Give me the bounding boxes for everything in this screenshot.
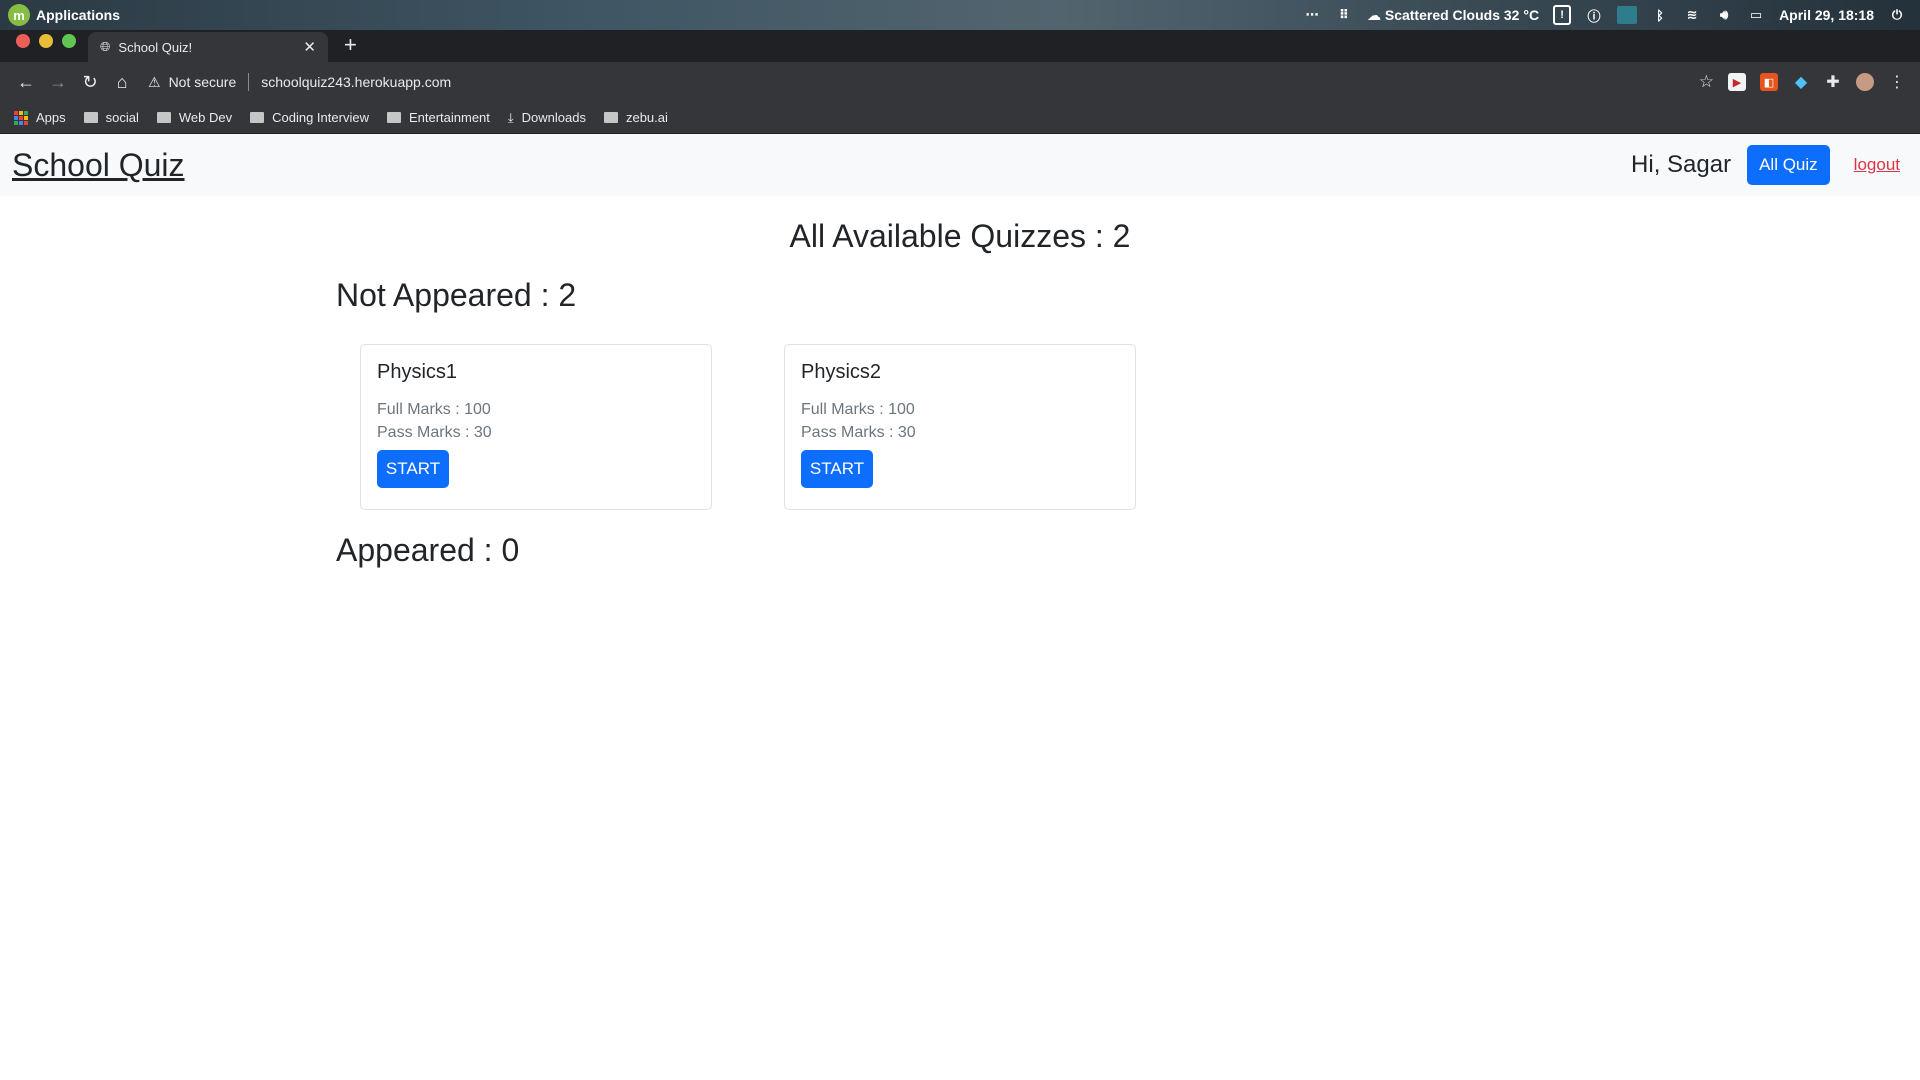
bookmark-label: Coding Interview [272, 110, 369, 125]
power-icon[interactable]: ⏻ [1888, 6, 1906, 24]
info-icon[interactable]: ⓘ [1585, 6, 1603, 24]
download-icon: ⤓ [507, 109, 514, 125]
volume-icon[interactable]: 🔊︎ [1715, 6, 1733, 24]
start-quiz-button[interactable]: START [801, 450, 873, 488]
grid-icon[interactable]: ⠿ [1335, 6, 1353, 24]
reload-icon[interactable]: ↻ [74, 66, 106, 98]
kebab-menu-icon[interactable]: ⋮ [1888, 73, 1906, 91]
bluetooth-icon[interactable]: ᛒ [1651, 6, 1669, 24]
main-content: All Available Quizzes : 2 Not Appeared :… [336, 196, 1584, 569]
divider [248, 73, 250, 91]
browser-toolbar: ← → ↻ ⌂ ⚠ Not secure schoolquiz243.herok… [0, 62, 1920, 102]
full-marks: Full Marks : 100 [377, 401, 491, 418]
quiz-details: Full Marks : 100 Pass Marks : 30 [377, 398, 695, 444]
clipboard-icon[interactable]: ! [1553, 5, 1572, 25]
battery-icon[interactable]: ▭ [1747, 6, 1765, 24]
app-navbar: School Quiz Hi, Sagar All Quiz logout [0, 134, 1920, 196]
extension-icon[interactable]: ▶ [1728, 73, 1746, 91]
diamond-extension-icon[interactable]: ◆ [1792, 73, 1810, 91]
bookmark-star-icon[interactable]: ☆ [1699, 72, 1714, 92]
warning-icon[interactable]: ⚠ [148, 74, 161, 91]
url-text[interactable]: schoolquiz243.herokuapp.com [261, 74, 451, 90]
bookmark-social[interactable]: social [83, 110, 139, 125]
globe-icon: 🌐︎ [100, 39, 111, 54]
maximize-window-button[interactable] [62, 34, 76, 48]
extension-icon[interactable]: ◧ [1760, 73, 1778, 91]
quiz-card: Physics2 Full Marks : 100 Pass Marks : 3… [784, 344, 1136, 510]
window-controls [0, 34, 88, 58]
bookmark-label: Web Dev [178, 110, 233, 125]
minimize-window-button[interactable] [39, 34, 53, 48]
clock[interactable]: April 29, 18:18 [1779, 7, 1874, 23]
bookmark-label: zebu.ai [625, 110, 668, 125]
quiz-title: Physics1 [377, 361, 458, 383]
logout-link[interactable]: logout [1846, 155, 1908, 175]
weather-status[interactable]: ☁ Scattered Clouds 32 °C [1367, 7, 1539, 24]
bookmarks-bar: Apps social Web Dev Coding Interview Ent… [0, 102, 1920, 134]
new-tab-button[interactable]: + [328, 32, 371, 62]
applications-menu[interactable]: Applications [36, 7, 120, 23]
browser-tab[interactable]: 🌐︎ School Quiz! ✕ [88, 32, 328, 62]
bookmark-web-dev[interactable]: Web Dev [156, 110, 233, 125]
profile-avatar[interactable] [1856, 73, 1874, 91]
os-top-panel: m Applications ⋯ ⠿ ☁ Scattered Clouds 32… [0, 0, 1920, 30]
security-label[interactable]: Not secure [169, 74, 237, 90]
pass-marks: Pass Marks : 30 [377, 424, 492, 441]
quiz-details: Full Marks : 100 Pass Marks : 30 [801, 398, 1119, 444]
wifi-icon[interactable]: ≋ [1683, 6, 1701, 24]
close-window-button[interactable] [16, 34, 30, 48]
quiz-card: Physics1 Full Marks : 100 Pass Marks : 3… [360, 344, 712, 510]
folder-icon [386, 112, 401, 123]
weather-text: Scattered Clouds 32 °C [1384, 6, 1540, 23]
bookmark-label: social [105, 110, 139, 125]
page-title: All Available Quizzes : 2 [789, 218, 1131, 254]
bookmark-apps[interactable]: Apps [14, 110, 66, 125]
bookmark-label: Entertainment [408, 110, 490, 125]
back-arrow-icon[interactable]: ← [10, 66, 42, 98]
forward-arrow-icon[interactable]: → [42, 66, 74, 98]
brand-link[interactable]: School Quiz [12, 147, 185, 184]
browser-tabstrip: 🌐︎ School Quiz! ✕ + [0, 30, 1920, 62]
bookmark-zebu-ai[interactable]: zebu.ai [603, 110, 668, 125]
cloud-icon: ☁ [1366, 6, 1381, 23]
apps-grid-icon [14, 110, 28, 125]
appeared-heading: Appeared : 0 [336, 532, 520, 568]
start-quiz-button[interactable]: START [377, 450, 449, 488]
quiz-title: Physics2 [801, 361, 882, 383]
bookmark-label: Downloads [521, 110, 586, 125]
bookmark-coding-interview[interactable]: Coding Interview [250, 110, 369, 125]
folder-icon [83, 112, 98, 123]
folder-icon [250, 112, 265, 123]
tab-title: School Quiz! [118, 39, 193, 55]
home-icon[interactable]: ⌂ [106, 66, 138, 98]
address-bar[interactable]: ⚠ Not secure schoolquiz243.herokuapp.com [148, 73, 451, 91]
close-tab-icon[interactable]: ✕ [303, 38, 316, 56]
pass-marks: Pass Marks : 30 [801, 424, 916, 441]
puzzle-extensions-icon[interactable]: ✚ [1824, 73, 1842, 91]
folder-icon [156, 112, 171, 123]
all-quiz-button[interactable]: All Quiz [1747, 145, 1830, 185]
system-monitor-icon[interactable] [1617, 6, 1638, 24]
quiz-card-list: Physics1 Full Marks : 100 Pass Marks : 3… [336, 344, 1584, 510]
more-dots-icon[interactable]: ⋯ [1303, 6, 1321, 24]
full-marks: Full Marks : 100 [801, 401, 915, 418]
bookmark-downloads[interactable]: ⤓ Downloads [508, 110, 586, 126]
not-appeared-heading: Not Appeared : 2 [336, 277, 577, 313]
folder-icon [603, 112, 618, 123]
linux-mint-logo-icon[interactable]: m [8, 4, 30, 26]
bookmark-label: Apps [36, 110, 66, 125]
user-greeting: Hi, Sagar [1631, 151, 1732, 178]
bookmark-entertainment[interactable]: Entertainment [386, 110, 490, 125]
